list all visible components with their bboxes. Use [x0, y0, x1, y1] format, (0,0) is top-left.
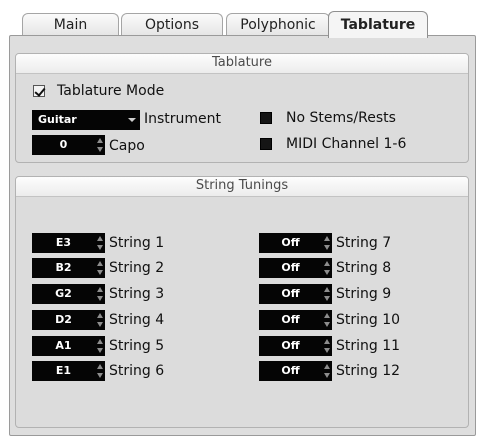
- spinner-arrows-icon[interactable]: [96, 312, 103, 328]
- string-3-value: G2: [55, 287, 72, 300]
- string-1-value: E3: [55, 236, 72, 249]
- instrument-dropdown[interactable]: Guitar: [32, 110, 140, 130]
- string-3-label: String 3: [109, 286, 165, 302]
- string-9-tuning-stepper[interactable]: Off: [259, 284, 332, 304]
- string-10-value: Off: [281, 313, 300, 326]
- tablature-group-title: Tablature: [16, 54, 468, 74]
- string-9-label: String 9: [336, 286, 392, 302]
- string-2-value: B2: [55, 261, 72, 274]
- string-6-tuning-stepper[interactable]: E1: [32, 361, 105, 381]
- instrument-label: Instrument: [144, 111, 222, 127]
- string-12-value: Off: [281, 364, 300, 377]
- chevron-down-icon: [128, 118, 136, 122]
- tab-tablature[interactable]: Tablature: [328, 11, 428, 38]
- string-tunings-group-title: String Tunings: [16, 177, 468, 197]
- string-11-tuning-stepper[interactable]: Off: [259, 336, 332, 356]
- string-12-tuning-stepper[interactable]: Off: [259, 361, 332, 381]
- tab-polyphonic[interactable]: Polyphonic: [226, 13, 330, 37]
- capo-label: Capo: [109, 138, 145, 154]
- spinner-arrows-icon[interactable]: [96, 260, 103, 276]
- string-5-label: String 5: [109, 338, 165, 354]
- tablature-mode-label: Tablature Mode: [57, 83, 165, 99]
- string-7-label: String 7: [336, 235, 392, 251]
- string-11-value: Off: [281, 339, 300, 352]
- spinner-arrows-icon[interactable]: [323, 260, 330, 276]
- string-5-value: A1: [55, 339, 72, 352]
- midi-channel-label: MIDI Channel 1-6: [286, 136, 407, 152]
- string-8-value: Off: [281, 261, 300, 274]
- capo-value: 0: [59, 138, 68, 151]
- string-7-value: Off: [281, 236, 300, 249]
- tab-main[interactable]: Main: [22, 13, 119, 37]
- string-12-label: String 12: [336, 363, 401, 379]
- string-2-tuning-stepper[interactable]: B2: [32, 258, 105, 278]
- spinner-arrows-icon[interactable]: [323, 286, 330, 302]
- spinner-arrows-icon[interactable]: [323, 363, 330, 379]
- string-2-label: String 2: [109, 260, 165, 276]
- string-1-tuning-stepper[interactable]: E3: [32, 233, 105, 253]
- string-10-label: String 10: [336, 312, 401, 328]
- no-stems-rests-checkbox[interactable]: [260, 112, 272, 124]
- string-8-tuning-stepper[interactable]: Off: [259, 258, 332, 278]
- string-6-value: E1: [55, 364, 72, 377]
- string-10-tuning-stepper[interactable]: Off: [259, 310, 332, 330]
- string-11-label: String 11: [336, 338, 401, 354]
- no-stems-rests-label: No Stems/Rests: [286, 110, 396, 126]
- string-4-tuning-stepper[interactable]: D2: [32, 310, 105, 330]
- spinner-arrows-icon[interactable]: [323, 312, 330, 328]
- capo-stepper[interactable]: 0: [32, 135, 105, 155]
- string-8-label: String 8: [336, 260, 392, 276]
- string-4-value: D2: [55, 313, 72, 326]
- tablature-mode-checkbox[interactable]: [33, 85, 45, 97]
- string-7-tuning-stepper[interactable]: Off: [259, 233, 332, 253]
- string-3-tuning-stepper[interactable]: G2: [32, 284, 105, 304]
- spinner-arrows-icon[interactable]: [96, 137, 103, 153]
- spinner-arrows-icon[interactable]: [96, 363, 103, 379]
- spinner-arrows-icon[interactable]: [96, 338, 103, 354]
- string-6-label: String 6: [109, 363, 165, 379]
- spinner-arrows-icon[interactable]: [96, 286, 103, 302]
- string-5-tuning-stepper[interactable]: A1: [32, 336, 105, 356]
- midi-channel-checkbox[interactable]: [260, 138, 272, 150]
- string-9-value: Off: [281, 287, 300, 300]
- string-1-label: String 1: [109, 235, 165, 251]
- spinner-arrows-icon[interactable]: [96, 235, 103, 251]
- string-4-label: String 4: [109, 312, 165, 328]
- spinner-arrows-icon[interactable]: [323, 338, 330, 354]
- tab-options[interactable]: Options: [121, 13, 223, 37]
- instrument-value: Guitar: [38, 113, 77, 126]
- spinner-arrows-icon[interactable]: [323, 235, 330, 251]
